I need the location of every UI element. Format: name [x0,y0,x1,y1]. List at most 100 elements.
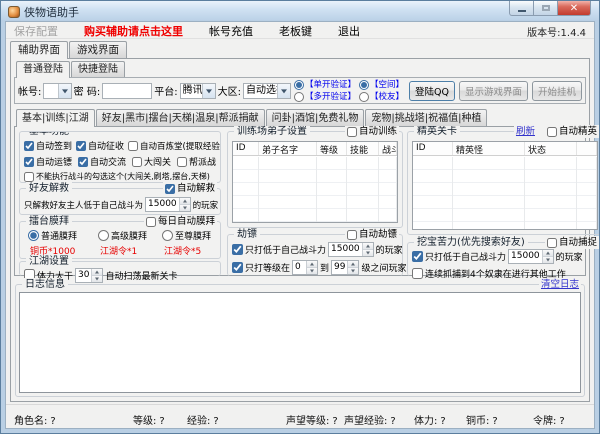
tab-fortune-tavern-gift[interactable]: 问卦|酒馆|免费礼物 [266,109,365,126]
window-body: 保存配置 购买辅助请点击这里 帐号充值 老板键 退出 版本号:1.4.4 辅助界… [5,21,595,429]
spin-up-icon[interactable] [363,243,373,250]
slave-power-spinner[interactable]: 15000 [508,249,554,264]
cb-auto-escort-input[interactable] [24,157,34,167]
tab-friend-market-arena[interactable]: 好友|黑市|摆台|天梯|温泉|帮派捐献 [96,109,265,126]
training-table[interactable]: ID 弟子名字 等级 技能 战斗力 [232,141,398,223]
spin-down-icon[interactable] [307,268,317,274]
cb-auto-training-input[interactable] [347,127,357,137]
menu-exit[interactable]: 退出 [338,23,360,39]
maximize-button[interactable] [533,1,558,16]
cb-auto-rescue-label: 自动解救 [177,182,215,195]
cb-auto-elite-label: 自动精英 [559,125,597,138]
spin-up-icon[interactable] [92,269,102,276]
radio-single-verify-input[interactable] [294,80,304,90]
radio-qzone-input[interactable] [359,80,369,90]
radio-alumni[interactable]: 【校友】 [359,91,404,103]
worship-cost-token5: 江湖令*5 [162,244,222,257]
tab-game-ui[interactable]: 游戏界面 [69,41,127,58]
cb-auto-rob-input[interactable] [347,230,357,240]
radio-advanced-worship-input[interactable] [98,230,109,241]
tab-assist-ui[interactable]: 辅助界面 [10,41,68,59]
cb-auto-signin[interactable]: 自动签到 [24,139,72,152]
group-title: 江湖设置 [26,255,72,268]
training-table-body [233,157,397,222]
password-field[interactable] [102,83,152,99]
spin-down-icon[interactable] [92,276,102,282]
spin-up-icon[interactable] [348,261,358,268]
radio-single-verify[interactable]: 【单开验证】 [294,79,356,91]
cb-big-gate[interactable]: 大闯关 [132,155,171,168]
cb-rob-level-input[interactable] [232,262,243,273]
cb-auto-bailian-input[interactable] [128,141,138,151]
menubar: 保存配置 购买辅助请点击这里 帐号充值 老板键 退出 版本号:1.4.4 [6,22,594,39]
radio-normal-worship[interactable]: 普通膜拜 [28,229,98,242]
radio-supreme-worship-input[interactable] [162,230,173,241]
cb-rob-power-input[interactable] [232,244,243,255]
cb-auto-signin-input[interactable] [24,141,34,151]
cb-big-gate-input[interactable] [132,157,142,167]
region-select[interactable]: 自动选择 [243,83,291,99]
spin-down-icon[interactable] [348,268,358,274]
start-hangup-button[interactable]: 开始挂机 [532,81,582,101]
spin-down-icon[interactable] [543,257,553,263]
cb-auto-escort[interactable]: 自动运镖 [24,155,72,168]
spin-down-icon[interactable] [363,250,373,256]
chevron-down-icon[interactable] [202,84,215,98]
cb-auto-rescue-input[interactable] [165,184,175,194]
cb-auto-elite-input[interactable] [547,127,557,137]
radio-supreme-worship[interactable]: 至尊膜拜 [162,229,222,242]
cb-auto-capture-input[interactable] [547,238,557,248]
radio-normal-worship-input[interactable] [28,230,39,241]
chevron-down-icon[interactable] [58,84,71,98]
spin-down-icon[interactable] [180,205,190,211]
minimize-icon [518,10,526,12]
rob-level-from-spinner[interactable]: 0 [292,260,318,275]
cb-auto-chat-input[interactable] [78,157,88,167]
refresh-link[interactable]: 刷新 [516,125,535,138]
tab-basic-training-jianghu[interactable]: 基本|训练|江湖 [16,109,95,127]
chevron-down-icon[interactable] [277,84,290,98]
radio-multi-verify-input[interactable] [294,92,304,102]
cb-gang-war[interactable]: 帮派战 [177,155,216,168]
menu-boss-key[interactable]: 老板键 [279,23,312,39]
radio-multi-verify[interactable]: 【多开验证】 [294,91,356,103]
clear-log-link[interactable]: 清空日志 [541,278,579,291]
spin-up-icon[interactable] [543,250,553,257]
show-game-button[interactable]: 显示游戏界面 [459,81,528,101]
platform-select[interactable]: 腾讯 [180,83,216,99]
cb-gang-war-input[interactable] [177,157,187,167]
cb-auto-bailian[interactable]: 自动百炼堂(提取经验) [128,140,221,152]
spin-up-icon[interactable] [307,261,317,268]
radio-alumni-input[interactable] [359,92,369,102]
tab-quick-login[interactable]: 快捷登陆 [71,61,125,77]
close-button[interactable]: ✕ [557,1,591,16]
account-combobox[interactable] [43,83,71,99]
cb-slave-continuous-input[interactable] [412,268,423,279]
cb-auto-training-label: 自动训练 [359,125,397,138]
log-output[interactable] [19,292,581,393]
menu-buy-assist[interactable]: 购买辅助请点击这里 [84,23,183,39]
cb-auto-collect-input[interactable] [76,141,86,151]
radio-qzone[interactable]: 【空间】 [359,79,404,91]
cb-daily-worship-input[interactable] [146,217,156,227]
rescue-power-spinner[interactable]: 15000 [145,197,191,212]
login-qq-button[interactable]: 登陆QQ [409,81,455,101]
cb-slave-power-input[interactable] [412,251,423,262]
elite-table[interactable]: ID 精英怪 状态 [412,141,598,230]
cb-no-battle-input[interactable] [24,172,34,182]
tab-pet-tower-bless-plant[interactable]: 宠物|挑战塔|祝福值|种植 [365,109,487,126]
cb-no-battle[interactable]: 不能执行战斗的勾选这个(大闯关,刷塔,摆台,天梯) [24,171,210,182]
minimize-button[interactable] [509,1,534,16]
cb-auto-collect[interactable]: 自动征收 [76,139,124,152]
rob-level-to-spinner[interactable]: 99 [331,260,359,275]
menu-save-config[interactable]: 保存配置 [14,23,58,39]
stamina-suffix: 自动扫荡最新关卡 [105,269,177,282]
menu-account-recharge[interactable]: 帐号充值 [209,23,253,39]
rob-power-spinner[interactable]: 15000 [328,242,374,257]
spin-up-icon[interactable] [180,198,190,205]
radio-advanced-worship[interactable]: 高级膜拜 [98,229,162,242]
window-title: 侠物语助手 [24,4,79,20]
stamina-spinner[interactable]: 30 [75,268,103,283]
cb-auto-chat[interactable]: 自动交流 [78,155,126,168]
tab-normal-login[interactable]: 普通登陆 [16,61,70,78]
